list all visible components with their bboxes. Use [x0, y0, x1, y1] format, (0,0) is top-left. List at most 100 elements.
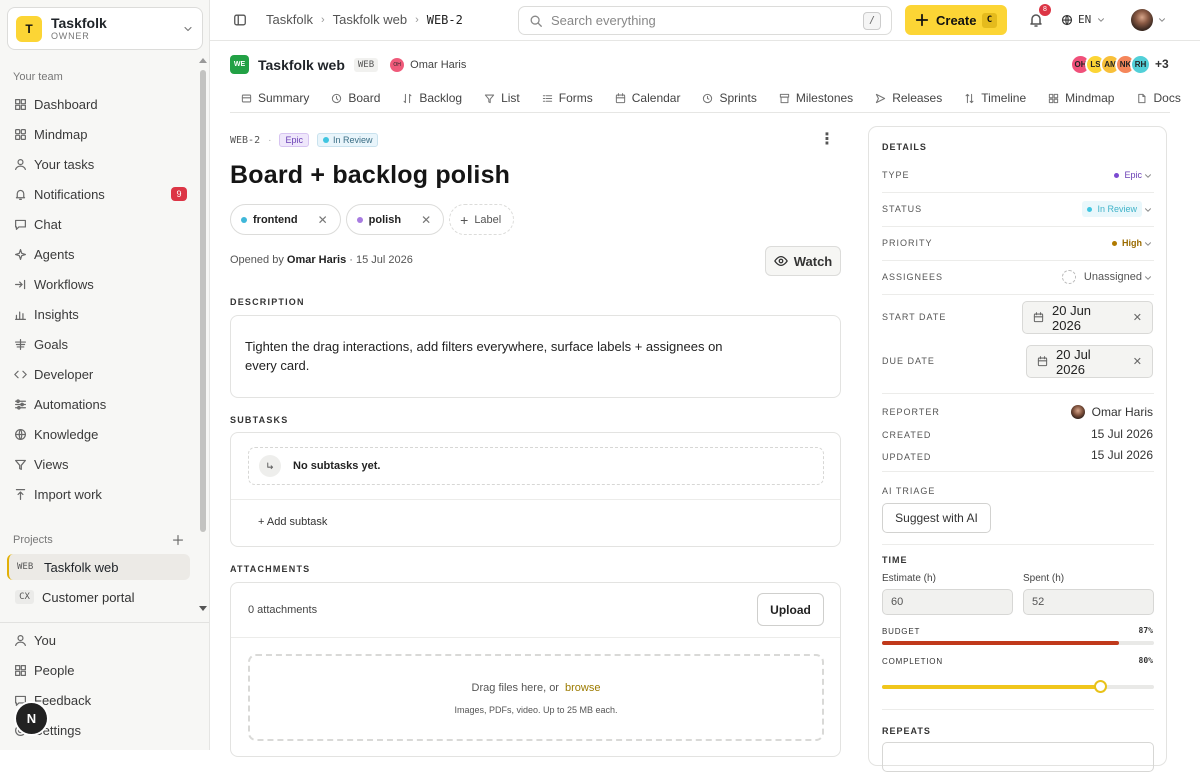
member-avatars[interactable]: OH LS AM NK RH +3 — [1070, 54, 1169, 75]
add-subtask-button[interactable]: + Add subtask — [258, 516, 327, 528]
sidebar-item-label: Developer — [34, 366, 94, 382]
breadcrumb-project[interactable]: Taskfolk web — [333, 12, 407, 27]
scroll-up-arrow-icon[interactable] — [199, 58, 207, 63]
tab-label: Summary — [258, 91, 310, 105]
chevron-down-icon[interactable] — [1157, 15, 1167, 25]
project-title[interactable]: Taskfolk web — [258, 57, 345, 73]
description-card[interactable]: Tighten the drag interactions, add filte… — [230, 315, 841, 398]
status-select[interactable]: In Review — [1082, 201, 1142, 217]
sidebar-scrollbar[interactable] — [200, 70, 206, 532]
sidebar-item-your-tasks[interactable]: Your tasks — [7, 151, 197, 177]
budget-percent: 87% — [1138, 626, 1153, 635]
sidebar-item-label: Feedback — [34, 692, 92, 708]
label-chip-frontend[interactable]: frontend ✕ — [230, 204, 341, 235]
attachments-count: 0 attachments — [248, 604, 318, 616]
breadcrumb-workspace[interactable]: Taskfolk — [266, 12, 313, 27]
reporter-value[interactable]: Omar Haris — [1070, 405, 1153, 419]
sidebar-item-automations[interactable]: Automations — [7, 391, 197, 417]
workspace-switcher[interactable]: T Taskfolk OWNER — [7, 7, 203, 50]
attachments-divider — [231, 637, 840, 638]
issue-title[interactable]: Board + backlog polish — [230, 161, 510, 190]
remove-label-icon[interactable]: ✕ — [421, 213, 431, 227]
tab-milestones[interactable]: Milestones — [768, 84, 864, 112]
sidebar-item-agents[interactable]: Agents — [7, 241, 197, 267]
sidebar-item-people[interactable]: People — [7, 657, 197, 683]
add-label-button[interactable]: + Label — [449, 204, 515, 235]
upload-button[interactable]: Upload — [757, 593, 824, 626]
chevron-down-icon[interactable] — [1143, 171, 1153, 181]
label-dot — [241, 216, 247, 223]
sidebar-item-insights[interactable]: Insights — [7, 301, 197, 327]
clear-date-icon[interactable]: ✕ — [1133, 355, 1142, 368]
completion-slider[interactable] — [882, 680, 1154, 693]
label-chip-polish[interactable]: polish ✕ — [345, 204, 445, 235]
suggest-with-ai-button[interactable]: Suggest with AI — [882, 503, 991, 533]
tab-releases[interactable]: Releases — [864, 84, 953, 112]
file-dropzone[interactable]: Drag files here, or browse Images, PDFs, … — [248, 654, 824, 741]
tab-timeline[interactable]: Timeline — [953, 84, 1037, 112]
tab-board[interactable]: Board — [320, 84, 391, 112]
tab-list[interactable]: List — [473, 84, 531, 112]
assignees-select[interactable]: Unassigned — [1061, 270, 1142, 284]
user-avatar[interactable] — [1131, 9, 1153, 31]
user-icon — [15, 158, 26, 170]
description-text: Tighten the drag interactions, add filte… — [245, 339, 723, 373]
remove-label-icon[interactable]: ✕ — [318, 213, 328, 227]
project-item-taskfolk-web[interactable]: WEB Taskfolk web — [7, 554, 190, 580]
more-options-icon[interactable]: ⋮ — [819, 132, 835, 148]
search-input[interactable]: Search everything / — [518, 6, 892, 35]
tab-sprints[interactable]: Sprints — [691, 84, 767, 112]
repeats-select[interactable] — [882, 742, 1154, 772]
sidebar-item-goals[interactable]: Goals — [7, 331, 197, 357]
due-date-field[interactable]: 20 Jul 2026 ✕ — [1026, 345, 1153, 378]
sidebar-item-views[interactable]: Views — [7, 451, 197, 477]
create-label: Create — [936, 12, 977, 28]
completion-slider-handle[interactable] — [1093, 680, 1107, 693]
scroll-down-arrow-icon[interactable] — [199, 606, 207, 611]
watch-button[interactable]: Watch — [765, 246, 841, 276]
subtasks-card: No subtasks yet. + Add subtask — [230, 432, 841, 547]
clear-date-icon[interactable]: ✕ — [1133, 311, 1142, 324]
browse-link[interactable]: browse — [565, 682, 600, 694]
sidebar-item-label: Workflows — [34, 276, 94, 292]
sidebar-item-workflows[interactable]: Workflows — [7, 271, 197, 297]
priority-select[interactable]: High — [1112, 238, 1142, 248]
workflow-icon — [15, 279, 26, 289]
reporter-avatar — [1070, 405, 1085, 419]
tab-calendar[interactable]: Calendar — [604, 84, 692, 112]
estimate-input[interactable]: 60 — [882, 589, 1013, 615]
opened-by-name[interactable]: Omar Haris — [287, 254, 346, 266]
tab-forms[interactable]: Forms — [531, 84, 604, 112]
sidebar-item-chat[interactable]: Chat — [7, 211, 197, 237]
tab-summary[interactable]: Summary — [230, 84, 320, 112]
sidebar-item-developer[interactable]: Developer — [7, 361, 197, 387]
user-avatar[interactable]: N — [16, 703, 47, 734]
divider — [882, 192, 1154, 193]
drop-text: Drag files here, or — [471, 682, 559, 694]
sidebar-item-knowledge[interactable]: Knowledge — [7, 421, 197, 447]
start-date-field[interactable]: 20 Jun 2026 ✕ — [1022, 301, 1153, 334]
plus-icon[interactable] — [172, 534, 184, 546]
completion-slider-fill — [882, 685, 1100, 689]
sidebar-item-mindmap[interactable]: Mindmap — [7, 121, 197, 147]
chevron-down-icon[interactable] — [1143, 273, 1153, 283]
tab-docs[interactable]: Docs — [1125, 84, 1191, 112]
project-item-customer-portal[interactable]: CX Customer portal — [7, 584, 190, 610]
sidebar-item-you[interactable]: You — [7, 627, 197, 653]
start-date-value: 20 Jun 2026 — [1052, 302, 1092, 333]
chevron-down-icon[interactable] — [1143, 205, 1153, 215]
tab-mindmap[interactable]: Mindmap — [1037, 84, 1125, 112]
chevron-down-icon[interactable] — [1143, 239, 1153, 249]
sidebar-item-import-work[interactable]: Import work — [7, 481, 197, 507]
subtasks-empty-state: No subtasks yet. — [248, 447, 824, 485]
tab-label: Sprints — [719, 91, 757, 105]
subtasks-heading: SUBTASKS — [230, 415, 289, 425]
sidebar-item-notifications[interactable]: Notifications 9 — [7, 181, 197, 207]
spent-input[interactable]: 52 — [1023, 589, 1154, 615]
create-button[interactable]: Create C — [905, 5, 1007, 35]
language-selector[interactable]: EN — [1061, 13, 1106, 26]
type-select[interactable]: Epic — [1114, 170, 1142, 180]
tab-backlog[interactable]: Backlog — [391, 84, 473, 112]
sidebar-toggle-icon[interactable] — [233, 13, 247, 27]
sidebar-item-dashboard[interactable]: Dashboard — [7, 91, 197, 117]
